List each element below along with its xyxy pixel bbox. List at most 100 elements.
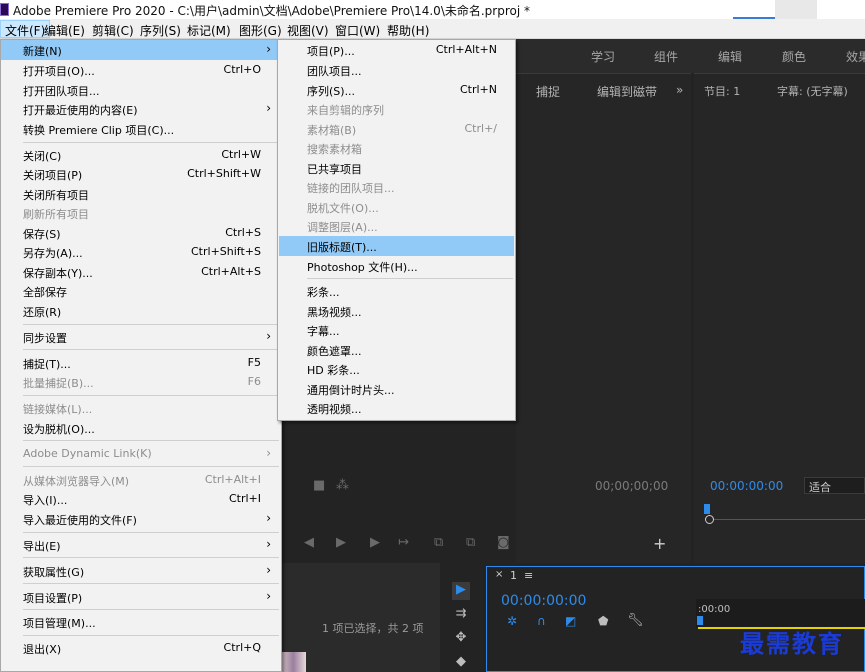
menu-item-open-recent[interactable]: 打开最近使用的内容(E) ›	[1, 99, 281, 119]
submenu-item-sequence-from-clip[interactable]: 来自剪辑的序列	[278, 99, 515, 119]
menu-item-exit[interactable]: 退出(X) Ctrl+Q	[1, 638, 281, 658]
menu-item-revert[interactable]: 还原(R)	[1, 301, 281, 321]
track-select-tool-icon[interactable]: ⇉	[452, 606, 470, 624]
razor-tool-icon[interactable]: ◆	[452, 654, 470, 672]
submenu-item-captions[interactable]: 字幕...	[278, 320, 515, 340]
submenu-item-legacy-title[interactable]: 旧版标题(T)...	[279, 236, 514, 256]
snap-icon[interactable]: ✲	[507, 614, 517, 628]
chevron-right-icon: ›	[266, 329, 271, 343]
workspace-tab-learn[interactable]: 学习	[591, 48, 615, 65]
chevron-right-icon: ›	[266, 446, 271, 460]
selection-tool-icon[interactable]: ▶	[452, 582, 470, 600]
marker-icon[interactable]: ■	[313, 478, 325, 493]
menu-item-open-project[interactable]: 打开项目(O)... Ctrl+O	[1, 60, 281, 80]
workspace-tab-color[interactable]: 颜色	[782, 48, 806, 65]
timeline-tab[interactable]: 1	[510, 569, 517, 582]
menu-edit[interactable]: 编辑(E)	[40, 20, 89, 38]
link-icon[interactable]: ∩	[537, 614, 546, 628]
overwrite-icon[interactable]: ⧉	[466, 535, 475, 550]
menu-item-sync-settings[interactable]: 同步设置 ›	[1, 327, 281, 347]
submenu-item-black-video[interactable]: 黑场视频...	[278, 301, 515, 321]
menu-item-close[interactable]: 关闭(C) Ctrl+W	[1, 145, 281, 165]
menu-item-project-manager[interactable]: 项目管理(M)...	[1, 612, 281, 632]
captions-label[interactable]: 字幕: (无字幕)	[777, 83, 848, 99]
close-icon[interactable]: ×	[495, 569, 503, 580]
workspace-tab-editing[interactable]: 编辑	[718, 48, 742, 65]
camera-icon[interactable]: ◙	[497, 535, 510, 550]
submenu-item-hd-bars[interactable]: HD 彩条...	[278, 359, 515, 379]
tab-capture[interactable]: 捕捉	[536, 83, 560, 100]
mark-out-icon[interactable]: ↦	[398, 535, 409, 550]
tab-edit-to-tape[interactable]: 编辑到磁带	[597, 83, 657, 100]
menu-sequence[interactable]: 序列(S)	[136, 20, 185, 38]
timeline-playhead-icon[interactable]	[697, 616, 703, 625]
submenu-item-transparent-video[interactable]: 透明视频...	[278, 398, 515, 418]
chevron-right-icon: ›	[266, 563, 271, 577]
program-scrub-bar[interactable]	[714, 519, 865, 520]
menu-item-save-all[interactable]: 全部保存	[1, 281, 281, 301]
submenu-item-offline-file[interactable]: 脱机文件(O)...	[278, 197, 515, 217]
menu-item-save-copy[interactable]: 保存副本(Y)... Ctrl+Alt+S	[1, 262, 281, 282]
menu-item-import-media-browser[interactable]: 从媒体浏览器导入(M) Ctrl+Alt+I	[1, 470, 281, 490]
play-icon[interactable]: ▶	[336, 535, 346, 550]
submenu-item-color-matte[interactable]: 颜色遮罩...	[278, 340, 515, 360]
menu-help[interactable]: 帮助(H)	[383, 20, 433, 38]
menu-item-dynamic-link[interactable]: Adobe Dynamic Link(K) ›	[1, 444, 281, 464]
menu-window[interactable]: 窗口(W)	[331, 20, 384, 38]
submenu-item-photoshop-file[interactable]: Photoshop 文件(H)...	[278, 256, 515, 276]
panel-menu-icon[interactable]: ≡	[524, 569, 533, 582]
menu-graphics[interactable]: 图形(G)	[235, 20, 286, 38]
zoom-fit-select[interactable]: 适合	[804, 477, 865, 494]
submenu-item-adjustment-layer[interactable]: 调整图层(A)...	[278, 216, 515, 236]
add-marker-icon[interactable]: ◩	[565, 614, 576, 628]
program-title[interactable]: 节目: 1	[704, 83, 740, 99]
menu-item-make-offline[interactable]: 设为脱机(O)...	[1, 418, 281, 438]
menu-markers[interactable]: 标记(M)	[183, 20, 235, 38]
menu-item-open-team-project[interactable]: 打开团队项目...	[1, 80, 281, 100]
submenu-item-team-project[interactable]: 团队项目...	[278, 60, 515, 80]
ripple-edit-tool-icon[interactable]: ✥	[452, 630, 470, 648]
submenu-item-search-bin[interactable]: 搜索素材箱	[278, 138, 515, 158]
submenu-item-shared-project[interactable]: 已共享项目	[278, 158, 515, 178]
menu-item-save-as[interactable]: 另存为(A)... Ctrl+Shift+S	[1, 242, 281, 262]
wrench-icon[interactable]: 🔧︎	[627, 613, 644, 628]
menu-item-link-media[interactable]: 链接媒体(L)...	[1, 398, 281, 418]
submenu-item-sequence[interactable]: 序列(S)... Ctrl+N	[278, 80, 515, 100]
menu-view[interactable]: 视图(V)	[283, 20, 333, 38]
timeline-ruler[interactable]: :00:00	[696, 599, 865, 627]
playhead-marker-icon[interactable]	[704, 504, 710, 514]
step-forward-icon[interactable]: ▶	[370, 535, 380, 550]
window-control-button[interactable]	[775, 0, 817, 19]
menu-item-capture[interactable]: 捕捉(T)... F5	[1, 353, 281, 373]
workspace-tab-effects[interactable]: 效果	[846, 48, 865, 65]
playhead-handle-icon[interactable]	[705, 515, 714, 524]
menu-item-import[interactable]: 导入(I)... Ctrl+I	[1, 489, 281, 509]
submenu-item-bars-and-tone[interactable]: 彩条...	[278, 281, 515, 301]
menu-item-project-settings[interactable]: 项目设置(P) ›	[1, 587, 281, 607]
window-control-button[interactable]	[733, 0, 775, 19]
marker-icon[interactable]: ⬟	[598, 614, 608, 628]
submenu-item-linked-team-project[interactable]: 链接的团队项目...	[278, 177, 515, 197]
menu-item-new[interactable]: 新建(N) ›	[1, 40, 281, 60]
menu-item-get-properties[interactable]: 获取属性(G) ›	[1, 561, 281, 581]
insert-icon[interactable]: ⧉	[434, 535, 443, 550]
menu-item-export[interactable]: 导出(E) ›	[1, 535, 281, 555]
menu-item-save[interactable]: 保存(S) Ctrl+S	[1, 223, 281, 243]
panel-overflow-icon[interactable]: »	[676, 83, 683, 97]
step-back-icon[interactable]: ◀	[304, 535, 314, 550]
menu-item-convert-clip[interactable]: 转换 Premiere Clip 项目(C)...	[1, 119, 281, 139]
add-button-icon[interactable]: +	[653, 534, 666, 553]
settings-icon[interactable]: ⁂	[336, 478, 349, 493]
menu-item-close-all-projects[interactable]: 关闭所有项目	[1, 184, 281, 204]
menu-item-refresh-all-projects[interactable]: 刷新所有项目	[1, 203, 281, 223]
menu-item-close-project[interactable]: 关闭项目(P) Ctrl+Shift+W	[1, 164, 281, 184]
submenu-item-countdown-leader[interactable]: 通用倒计时片头...	[278, 379, 515, 399]
menu-clip[interactable]: 剪辑(C)	[88, 20, 138, 38]
timeline-timecode[interactable]: 00:00:00:00	[501, 593, 586, 609]
submenu-item-bin[interactable]: 素材箱(B) Ctrl+/	[278, 119, 515, 139]
submenu-item-project[interactable]: 项目(P)... Ctrl+Alt+N	[278, 40, 515, 60]
program-timecode[interactable]: 00:00:00:00	[710, 479, 783, 493]
menu-item-import-recent[interactable]: 导入最近使用的文件(F) ›	[1, 509, 281, 529]
menu-item-batch-capture[interactable]: 批量捕捉(B)... F6	[1, 372, 281, 392]
workspace-tab-assembly[interactable]: 组件	[654, 48, 678, 65]
